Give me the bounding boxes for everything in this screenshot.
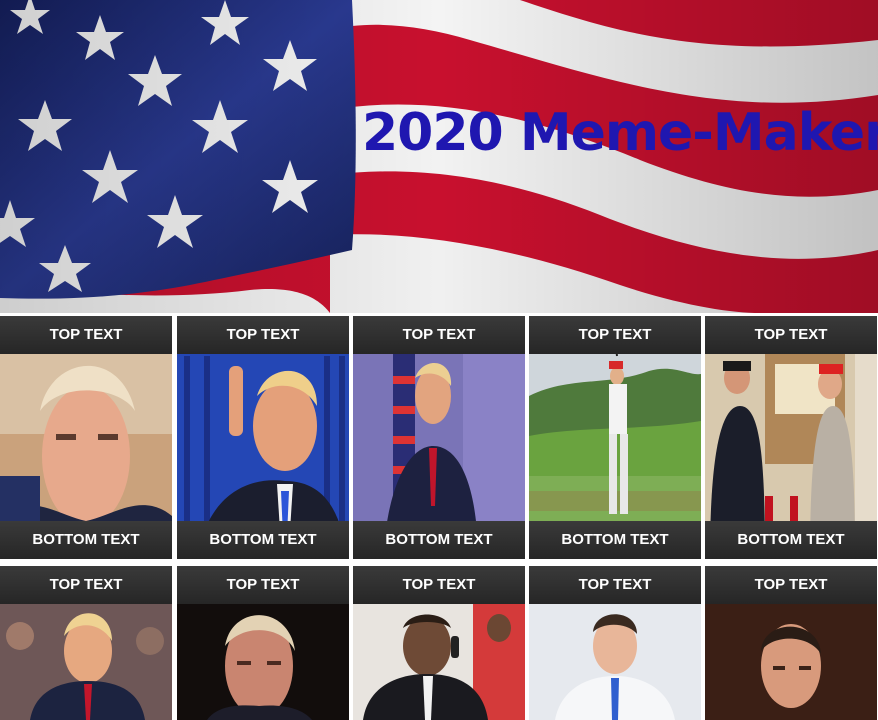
top-text-caption: TOP TEXT: [705, 316, 877, 354]
meme-template-tile[interactable]: TOP TEXT BOTTOM TEXT: [529, 316, 701, 559]
bottom-text-caption: BOTTOM TEXT: [0, 521, 172, 559]
top-text-caption: TOP TEXT: [529, 316, 701, 354]
meme-template-tile[interactable]: TOP TEXT BOTTOM TEXT: [177, 316, 349, 559]
meme-template-tile[interactable]: TOP TEXT: [353, 566, 525, 720]
meme-template-tile[interactable]: TOP TEXT BOTTOM TEXT: [353, 316, 525, 559]
top-text-caption: TOP TEXT: [705, 566, 877, 604]
meme-template-tile[interactable]: TOP TEXT BOTTOM TEXT: [705, 316, 877, 559]
meme-template-tile[interactable]: TOP TEXT BOTTOM TEXT: [0, 316, 172, 559]
meme-template-tile[interactable]: TOP TEXT: [177, 566, 349, 720]
top-text-caption: TOP TEXT: [0, 566, 172, 604]
meme-template-gallery: TOP TEXT BOTTOM TEXT TOP TEXT BOTTOM TEX…: [0, 313, 878, 720]
bottom-text-caption: BOTTOM TEXT: [705, 521, 877, 559]
meme-template-tile[interactable]: TOP TEXT: [705, 566, 877, 720]
bottom-text-caption: BOTTOM TEXT: [353, 521, 525, 559]
top-text-caption: TOP TEXT: [353, 566, 525, 604]
top-text-caption: TOP TEXT: [177, 316, 349, 354]
top-text-caption: TOP TEXT: [529, 566, 701, 604]
bottom-text-caption: BOTTOM TEXT: [177, 521, 349, 559]
top-text-caption: TOP TEXT: [0, 316, 172, 354]
site-title: 2020 Meme-Maker: [362, 103, 878, 163]
header-banner: 2020 Meme-Maker: [0, 0, 878, 313]
top-text-caption: TOP TEXT: [353, 316, 525, 354]
bottom-text-caption: BOTTOM TEXT: [529, 521, 701, 559]
top-text-caption: TOP TEXT: [177, 566, 349, 604]
meme-template-tile[interactable]: TOP TEXT: [0, 566, 172, 720]
meme-template-tile[interactable]: TOP TEXT: [529, 566, 701, 720]
